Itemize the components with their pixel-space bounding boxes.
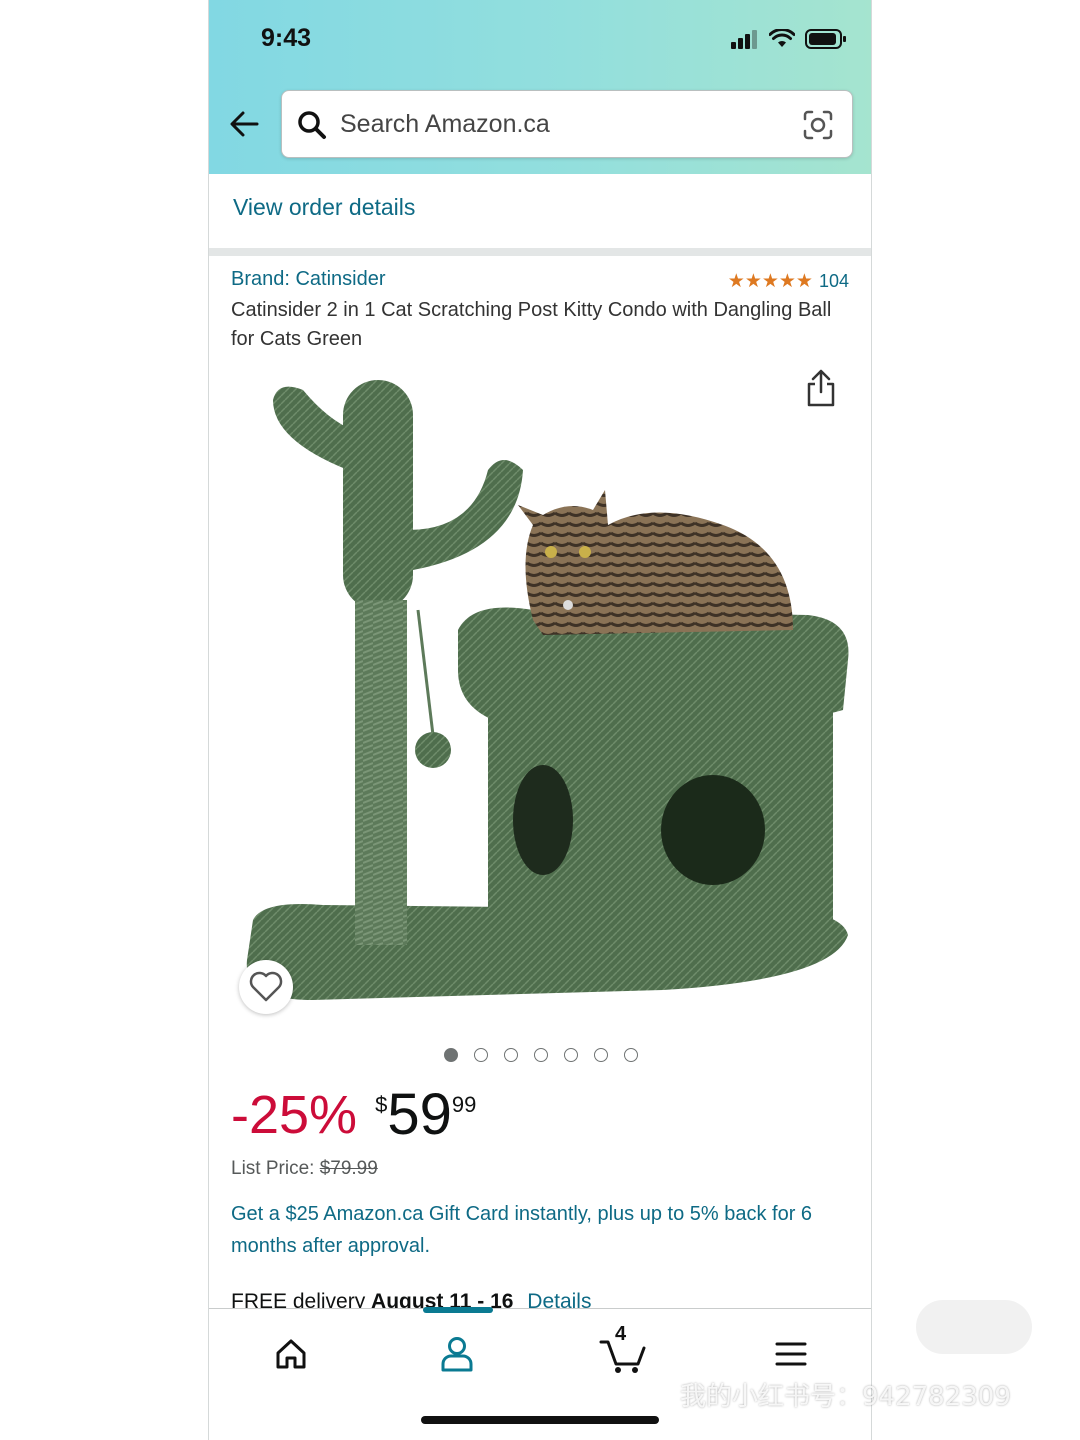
price-row: -25% $ 59 99 xyxy=(231,1084,476,1146)
discount-percent: -25% xyxy=(231,1085,358,1145)
cart-count: 4 xyxy=(615,1323,627,1345)
carousel-dot[interactable] xyxy=(534,1048,548,1062)
price-whole: 59 xyxy=(387,1082,452,1147)
search-icon xyxy=(298,111,326,139)
rating-count[interactable]: 104 xyxy=(819,271,849,292)
menu-icon xyxy=(775,1342,807,1366)
account-icon xyxy=(441,1337,473,1372)
search-input[interactable] xyxy=(340,91,780,157)
nav-cart[interactable]: 4 xyxy=(593,1323,653,1379)
price-fraction: 99 xyxy=(451,1092,477,1117)
product-image[interactable] xyxy=(233,360,863,1020)
list-price-label: List Price: xyxy=(231,1158,315,1179)
nav-menu[interactable] xyxy=(761,1329,821,1379)
list-price: List Price: $79.99 xyxy=(231,1158,378,1180)
carousel-dot[interactable] xyxy=(504,1048,518,1062)
carousel-dot[interactable] xyxy=(444,1048,458,1062)
status-time: 9:43 xyxy=(261,24,312,52)
phone-screen: 9:43 Search Amazon.ca View order details… xyxy=(208,0,872,1440)
top-header: 9:43 xyxy=(209,0,871,174)
carousel-dot[interactable] xyxy=(624,1048,638,1062)
battery-icon xyxy=(805,29,846,49)
share-icon[interactable] xyxy=(805,368,837,408)
home-icon xyxy=(276,1339,306,1369)
cellular-signal-icon xyxy=(731,30,757,49)
camera-scan-icon[interactable] xyxy=(802,109,834,141)
gift-card-promo-link[interactable]: Get a $25 Amazon.ca Gift Card instantly,… xyxy=(231,1198,851,1262)
nav-account[interactable] xyxy=(427,1329,487,1379)
price-currency: $ xyxy=(375,1092,388,1117)
wifi-icon xyxy=(769,29,795,47)
home-indicator[interactable] xyxy=(421,1416,659,1424)
active-tab-indicator xyxy=(423,1307,493,1313)
rating[interactable]: ★★★★★ 104 xyxy=(728,270,849,293)
status-icons xyxy=(731,28,847,50)
nav-home[interactable] xyxy=(261,1329,321,1379)
wishlist-heart-button[interactable] xyxy=(239,960,293,1014)
section-divider xyxy=(209,248,871,256)
carousel-dot[interactable] xyxy=(474,1048,488,1062)
search-box[interactable] xyxy=(281,90,853,158)
back-arrow-icon[interactable] xyxy=(227,106,263,142)
image-carousel-dots[interactable] xyxy=(209,1048,871,1062)
list-price-value: $79.99 xyxy=(319,1158,378,1179)
watermark-badge xyxy=(916,1300,1032,1354)
heart-icon xyxy=(249,971,283,1002)
brand-link[interactable]: Brand: Catinsider xyxy=(231,268,386,291)
carousel-dot[interactable] xyxy=(594,1048,608,1062)
carousel-dot[interactable] xyxy=(564,1048,578,1062)
view-order-details-link[interactable]: View order details xyxy=(233,194,415,221)
rating-stars: ★★★★★ xyxy=(727,271,813,292)
watermark-text: 我的小红书号：942782309 xyxy=(680,1382,1011,1412)
product-title: Catinsider 2 in 1 Cat Scratching Post Ki… xyxy=(231,299,832,350)
